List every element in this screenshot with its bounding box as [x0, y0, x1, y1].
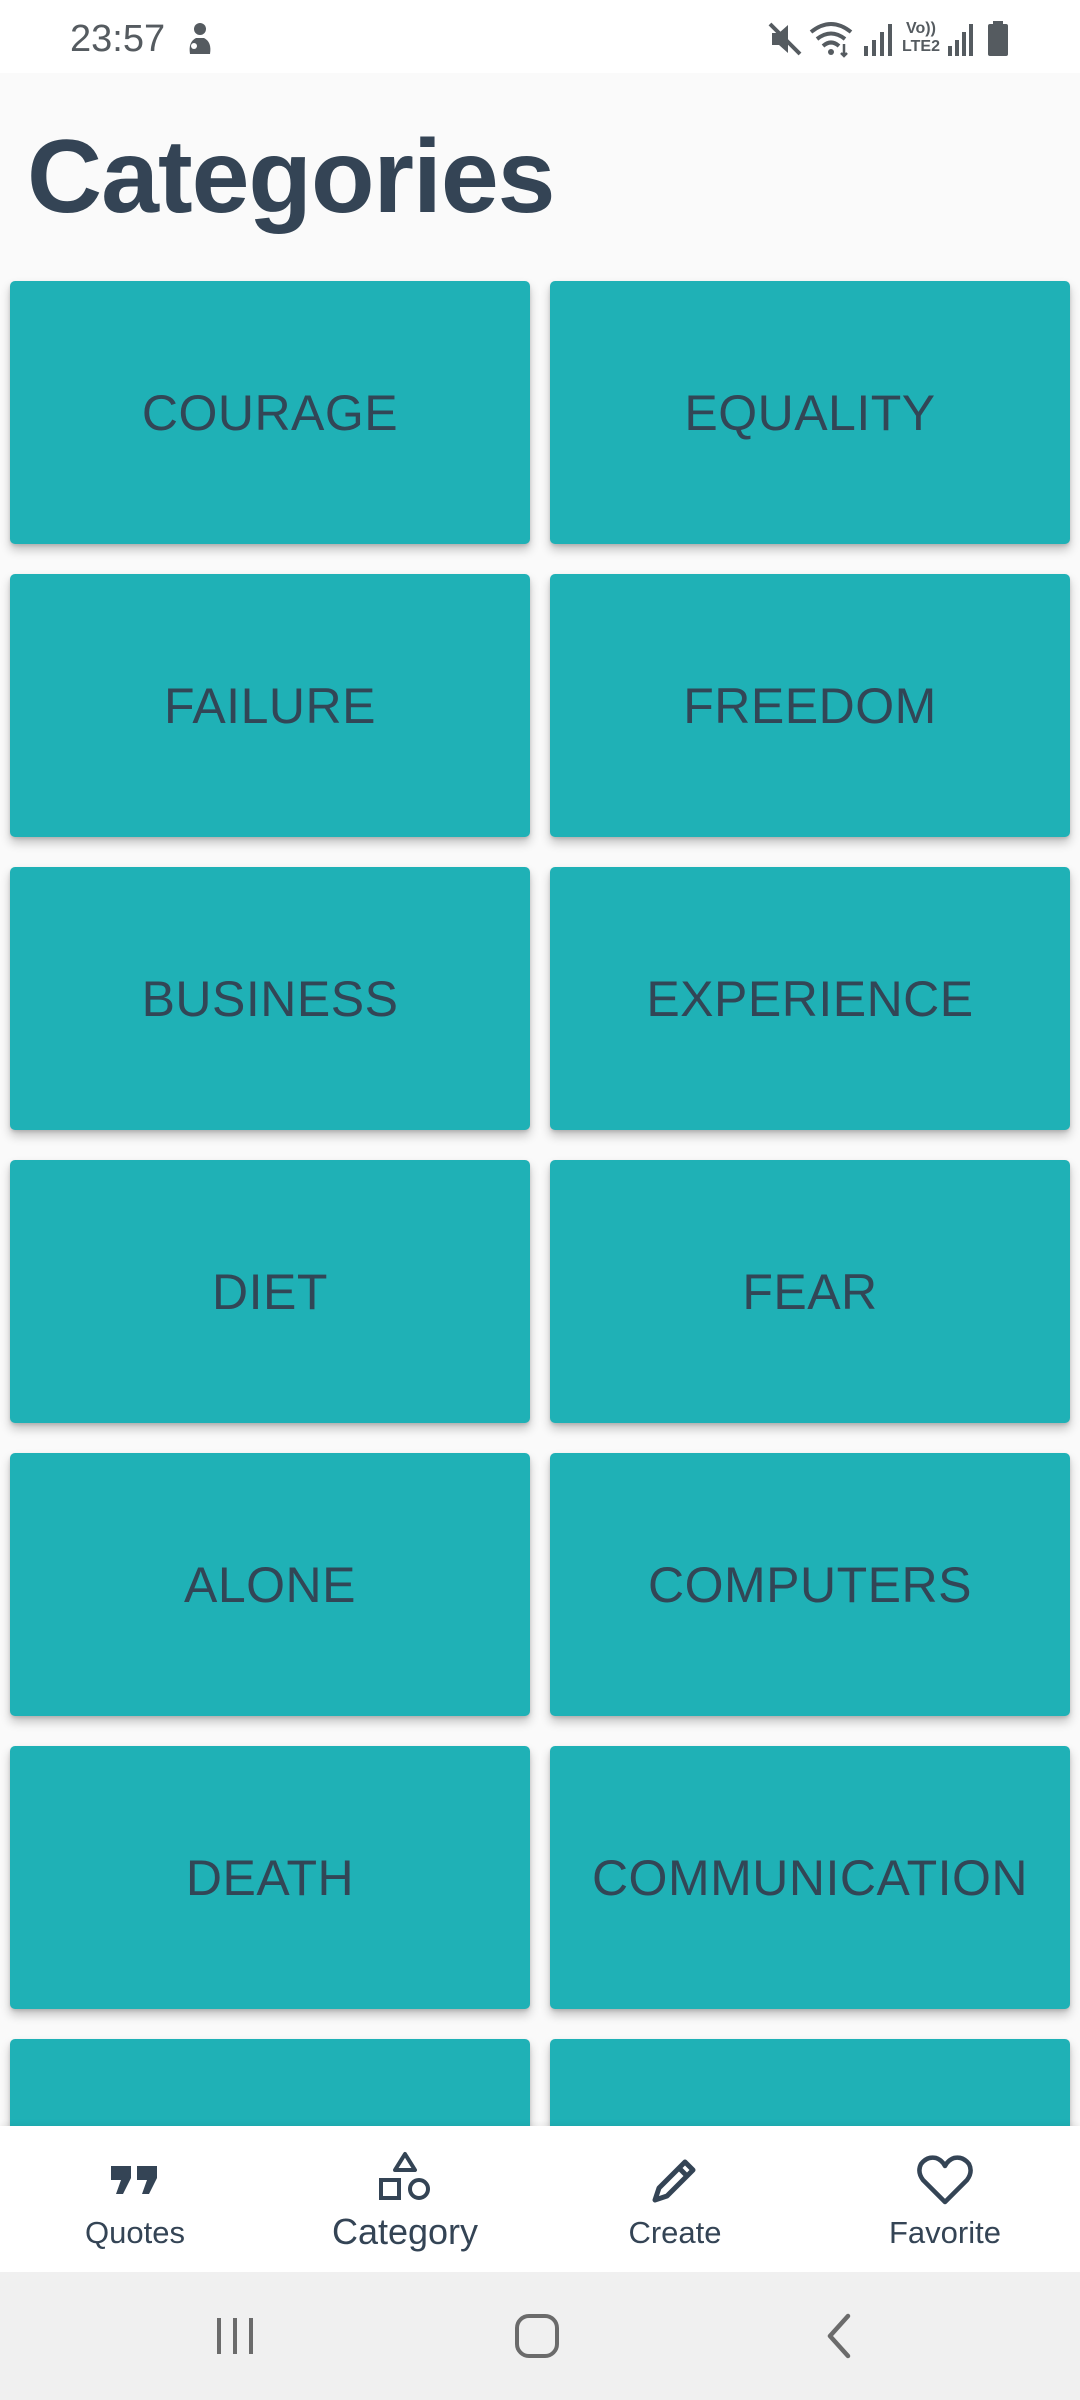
category-label: BUSINESS [141, 970, 399, 1027]
category-tile-partial-right[interactable] [550, 2039, 1070, 2126]
category-tile-computers[interactable]: COMPUTERS [550, 1453, 1070, 1716]
category-tile-equality[interactable]: EQUALITY [550, 281, 1070, 544]
shapes-icon [375, 2150, 435, 2210]
category-tile-business[interactable]: BUSINESS [10, 867, 530, 1130]
category-label: FEAR [742, 1263, 878, 1320]
battery-icon [986, 20, 1010, 58]
mute-icon [766, 20, 804, 58]
category-tile-diet[interactable]: DIET [10, 1160, 530, 1423]
nav-label-quotes: Quotes [85, 2215, 185, 2250]
category-label: COMPUTERS [648, 1556, 972, 1613]
category-tile-freedom[interactable]: FREEDOM [550, 574, 1070, 837]
status-bar: 23:57 Vo)) LTE2 [0, 0, 1080, 73]
category-tile-alone[interactable]: ALONE [10, 1453, 530, 1716]
category-tile-death[interactable]: DEATH [10, 1746, 530, 2009]
volte-label: Vo)) [906, 20, 936, 37]
status-time: 23:57 [70, 18, 166, 60]
nav-label-category: Category [331, 2211, 479, 2252]
pencil-icon [645, 2150, 705, 2210]
wifi-icon [808, 20, 854, 58]
person-notification-icon [184, 20, 216, 58]
nav-item-category[interactable]: Category [270, 2126, 540, 2272]
category-label: COURAGE [141, 384, 399, 441]
category-tile-experience[interactable]: EXPERIENCE [550, 867, 1070, 1130]
nav-label-favorite: Favorite [889, 2215, 1001, 2250]
nav-item-favorite[interactable]: Favorite [810, 2126, 1080, 2272]
category-label: EXPERIENCE [646, 970, 974, 1027]
category-tile-fear[interactable]: FEAR [550, 1160, 1070, 1423]
category-label: COMMUNICATION [591, 1849, 1029, 1906]
category-label: FREEDOM [683, 677, 937, 734]
category-label: DIET [212, 1263, 328, 1320]
category-tile-failure[interactable]: FAILURE [10, 574, 530, 837]
recent-apps-icon[interactable] [205, 2306, 265, 2366]
category-label: DEATH [185, 1849, 355, 1906]
lte2-label: LTE2 [902, 38, 940, 55]
heart-icon [915, 2150, 975, 2210]
category-label: EQUALITY [684, 384, 936, 441]
category-label: ALONE [183, 1556, 356, 1613]
signal-icon [862, 20, 896, 58]
quote-icon [105, 2150, 165, 2210]
home-icon[interactable] [507, 2306, 567, 2366]
back-icon[interactable] [810, 2306, 870, 2366]
category-label: FAILURE [164, 677, 376, 734]
nav-item-create[interactable]: Create [540, 2126, 810, 2272]
page-title: Categories [27, 119, 556, 235]
page-header: Categories [0, 73, 1080, 268]
bottom-navigation: Quotes Category Create Favorite [0, 2126, 1080, 2272]
volte-lte2-icon: Vo)) LTE2 [900, 20, 942, 58]
category-grid[interactable]: COURAGE EQUALITY FAILURE FREEDOM BUSINES… [0, 268, 1080, 2126]
nav-item-quotes[interactable]: Quotes [0, 2126, 270, 2272]
category-tile-partial-left[interactable] [10, 2039, 530, 2126]
system-navigation-bar [0, 2272, 1080, 2400]
nav-label-create: Create [628, 2215, 722, 2250]
category-tile-communication[interactable]: COMMUNICATION [550, 1746, 1070, 2009]
signal-2-icon [946, 20, 976, 58]
category-tile-courage[interactable]: COURAGE [10, 281, 530, 544]
